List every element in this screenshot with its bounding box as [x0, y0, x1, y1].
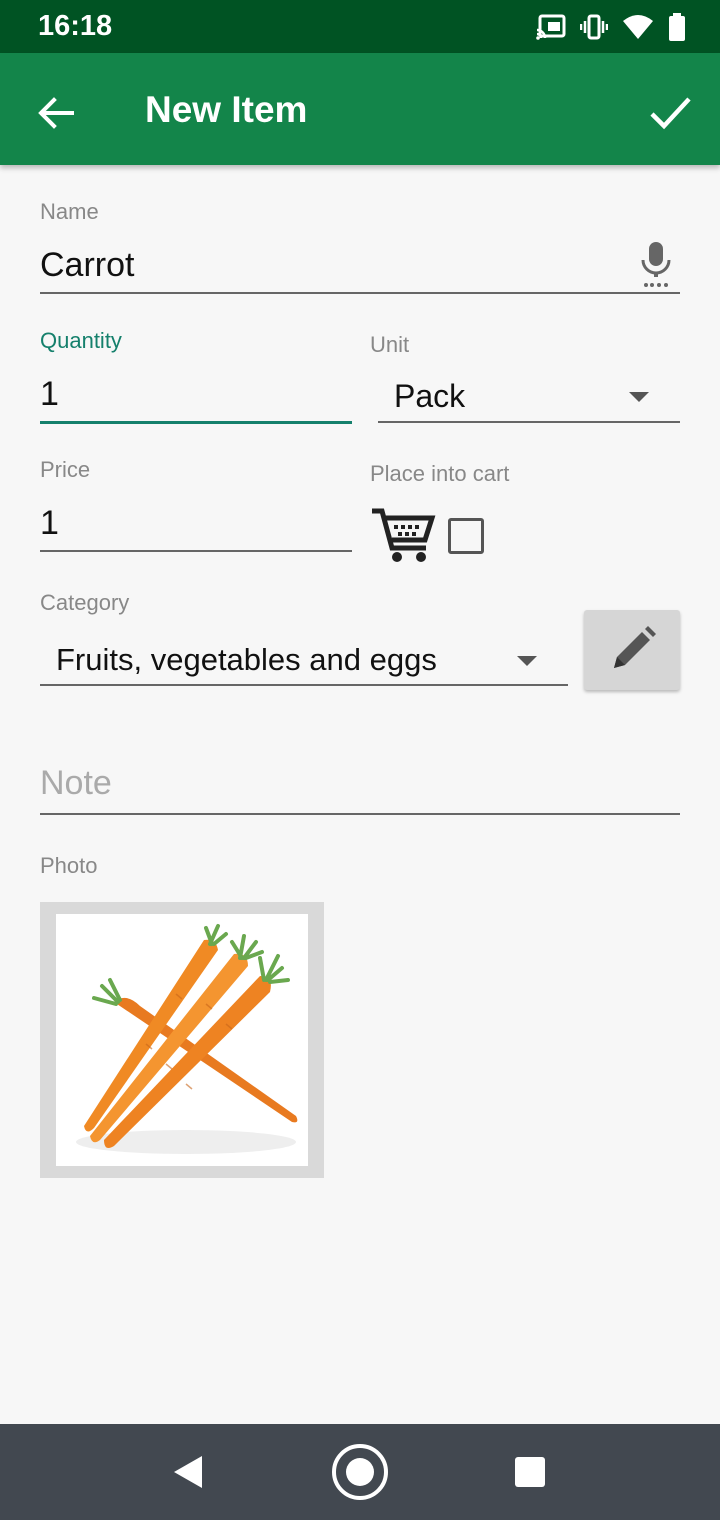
cart-icon	[372, 508, 436, 562]
category-label: Category	[40, 590, 130, 615]
category-dropdown[interactable]: Fruits, vegetables and eggs	[40, 634, 568, 684]
edit-category-button[interactable]	[584, 610, 680, 690]
quantity-label: Quantity	[40, 328, 122, 353]
name-label: Name	[40, 199, 99, 224]
carrot-image	[76, 924, 298, 1154]
price-label: Price	[40, 457, 91, 482]
category-value: Fruits, vegetables and eggs	[56, 642, 437, 677]
quantity-input[interactable]: 1	[40, 375, 59, 414]
wifi-icon	[623, 15, 653, 39]
microphone-icon[interactable]	[638, 240, 674, 290]
app-bar: New Item	[0, 53, 720, 165]
nav-recents-icon[interactable]	[514, 1456, 546, 1488]
price-underline	[40, 550, 352, 552]
unit-value: Pack	[394, 378, 466, 414]
name-underline	[40, 292, 680, 294]
nav-back-icon[interactable]	[170, 1454, 206, 1490]
status-icons	[536, 12, 686, 42]
unit-underline	[378, 421, 680, 423]
place-into-cart-label: Place into cart	[370, 461, 510, 486]
vibrate-icon	[580, 14, 608, 40]
unit-label: Unit	[370, 332, 410, 357]
note-underline	[40, 813, 680, 815]
quantity-underline	[40, 421, 352, 424]
status-bar: 16:18	[0, 0, 720, 53]
pencil-icon	[614, 626, 656, 668]
category-dropdown-arrow-icon	[517, 656, 537, 666]
place-into-cart-checkbox[interactable]	[448, 518, 484, 554]
photo-frame[interactable]	[40, 902, 324, 1178]
nav-home-icon[interactable]	[331, 1443, 389, 1501]
page-title: New Item	[145, 89, 308, 130]
battery-icon	[669, 13, 685, 41]
check-icon[interactable]	[646, 89, 694, 137]
note-input[interactable]: Note	[40, 764, 112, 803]
category-underline	[40, 684, 568, 686]
back-arrow-icon[interactable]	[32, 89, 80, 137]
photo-image	[56, 914, 308, 1166]
unit-dropdown-arrow-icon	[629, 392, 649, 402]
unit-dropdown[interactable]: Pack	[378, 372, 680, 422]
cast-icon	[536, 14, 566, 40]
price-input[interactable]: 1	[40, 504, 59, 543]
name-input[interactable]: Carrot	[40, 246, 134, 285]
navigation-bar	[0, 1424, 720, 1520]
status-time: 16:18	[38, 10, 113, 42]
photo-label: Photo	[40, 853, 98, 878]
